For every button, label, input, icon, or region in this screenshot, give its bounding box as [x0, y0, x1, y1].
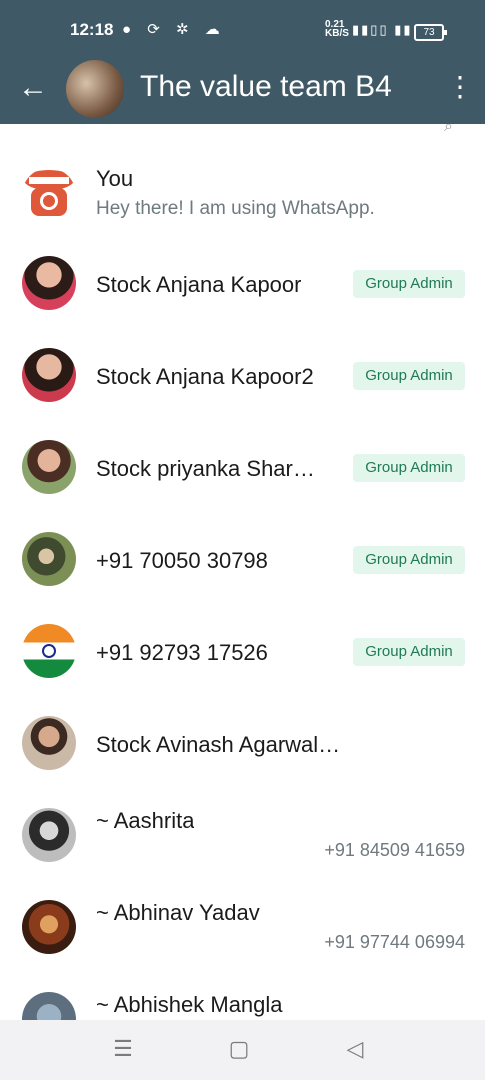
status-bar: 12:18 ● ⟳ ✲ ☁ 0.21 KB/S ▮▮▯▯ ▮▮ 73 — [0, 0, 485, 62]
member-list[interactable]: You Hey there! I am using WhatsApp. Stoc… — [0, 124, 485, 1020]
member-name: Stock Anjana Kapoor — [96, 272, 302, 297]
admin-badge: Group Admin — [353, 638, 465, 666]
top-bar: 12:18 ● ⟳ ✲ ☁ 0.21 KB/S ▮▮▯▯ ▮▮ 73 ← The … — [0, 0, 485, 124]
member-name: You — [96, 166, 134, 191]
member-name: ~ Abhishek Mangla — [96, 992, 283, 1017]
status-time: 12:18 — [70, 20, 114, 39]
list-item[interactable]: ~ Aashrita +91 84509 41659 — [0, 792, 485, 884]
member-name: Stock Avinash Agarwal Mentor — [96, 732, 346, 757]
back-arrow-icon[interactable]: ← — [18, 73, 50, 106]
admin-badge: Group Admin — [353, 454, 465, 482]
avatar — [22, 168, 76, 222]
member-name: ~ Abhinav Yadav — [96, 900, 260, 925]
member-name: Stock priyanka Shar… — [96, 456, 315, 481]
member-name: +91 70050 30798 — [96, 548, 268, 573]
member-name: +91 92793 17526 — [96, 640, 268, 665]
avatar — [22, 900, 76, 954]
member-phone: +91 84509 41659 — [324, 840, 465, 860]
back-icon[interactable]: ◁ — [342, 1038, 368, 1060]
admin-badge: Group Admin — [353, 270, 465, 298]
avatar — [22, 624, 76, 678]
list-item[interactable]: Stock priyanka Shar… Group Admin — [0, 424, 485, 516]
recents-icon[interactable]: ☰ — [110, 1038, 136, 1060]
avatar — [22, 440, 76, 494]
admin-badge: Group Admin — [353, 362, 465, 390]
battery-icon: 73 — [414, 24, 447, 41]
list-item[interactable]: Stock Avinash Agarwal Mentor — [0, 700, 485, 792]
avatar — [22, 716, 76, 770]
avatar — [22, 808, 76, 862]
signal-icon: ▮▮▯▯ ▮▮ — [352, 22, 413, 37]
avatar — [22, 348, 76, 402]
group-avatar[interactable] — [66, 60, 124, 118]
more-options-icon[interactable]: ⋮ — [446, 72, 474, 108]
chat-header: ← The value team B4 ⋮ — [0, 60, 485, 124]
list-item[interactable]: Stock Anjana Kapoor Group Admin — [0, 240, 485, 332]
member-name: ~ Aashrita — [96, 808, 195, 833]
net-speed-unit: KB/S — [325, 28, 349, 39]
list-item[interactable]: +91 92793 17526 Group Admin — [0, 608, 485, 700]
list-item[interactable]: ~ Abhinav Yadav +91 97744 06994 — [0, 884, 485, 976]
group-title[interactable]: The value team B4 — [140, 70, 410, 104]
list-item[interactable]: ~ Abhishek Mangla — [0, 976, 485, 1020]
list-item[interactable]: +91 70050 30798 Group Admin — [0, 516, 485, 608]
member-phone: +91 97744 06994 — [324, 932, 465, 952]
net-speed: 0.21 KB/S — [325, 20, 349, 39]
avatar — [22, 256, 76, 310]
home-icon[interactable]: ▢ — [226, 1038, 252, 1060]
admin-badge: Group Admin — [353, 546, 465, 574]
avatar — [22, 992, 76, 1020]
system-nav-bar: ☰ ▢ ◁ — [0, 1020, 485, 1080]
member-name: Stock Anjana Kapoor2 — [96, 364, 314, 389]
list-item[interactable]: Stock Anjana Kapoor2 Group Admin — [0, 332, 485, 424]
notification-icons: ● ⟳ ✲ ☁ — [122, 21, 226, 38]
member-about: Hey there! I am using WhatsApp. — [96, 198, 375, 219]
avatar — [22, 532, 76, 586]
list-item[interactable]: You Hey there! I am using WhatsApp. — [0, 152, 485, 244]
